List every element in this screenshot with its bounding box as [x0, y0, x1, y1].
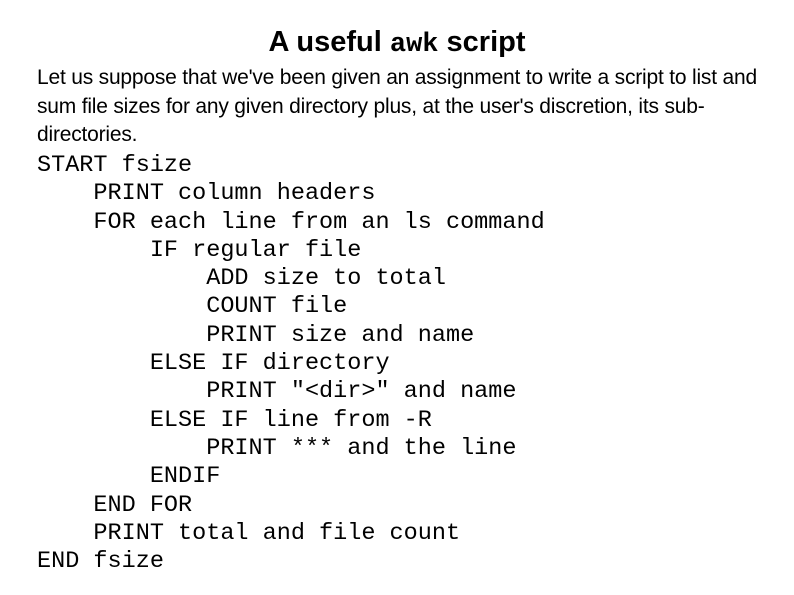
slide-title: A useful awk script: [0, 22, 794, 65]
pseudocode-line: ELSE IF line from -R: [37, 406, 432, 434]
pseudocode-line: PRINT size and name: [37, 321, 475, 349]
title-code-awk: awk: [389, 30, 439, 60]
pseudocode-line: ENDIF: [37, 463, 221, 491]
pseudocode-line: PRINT *** and the line: [37, 434, 517, 462]
pseudocode-line: ADD size to total: [37, 265, 446, 293]
pseudocode-line: PRINT total and file count: [37, 519, 461, 547]
pseudocode-line: IF regular file: [37, 236, 362, 264]
pseudocode-line: END FOR: [37, 491, 193, 519]
pseudocode-line: END fsize: [37, 548, 164, 576]
pseudocode-line: PRINT "<dir>" and name: [37, 378, 517, 406]
pseudocode-line: FOR each line from an ls command: [37, 208, 545, 236]
pseudocode-line: PRINT column headers: [37, 180, 376, 208]
intro-paragraph: Let us suppose that we've been given an …: [37, 66, 757, 146]
pseudocode-line: START fsize: [37, 152, 193, 179]
pseudocode-line: ELSE IF directory: [37, 350, 390, 378]
pseudocode-block: START fsize PRINT column headers FOR eac…: [37, 152, 545, 576]
title-text-prefix: A useful: [268, 26, 390, 58]
pseudocode-line: COUNT file: [37, 293, 348, 321]
title-text-suffix: script: [438, 26, 526, 58]
